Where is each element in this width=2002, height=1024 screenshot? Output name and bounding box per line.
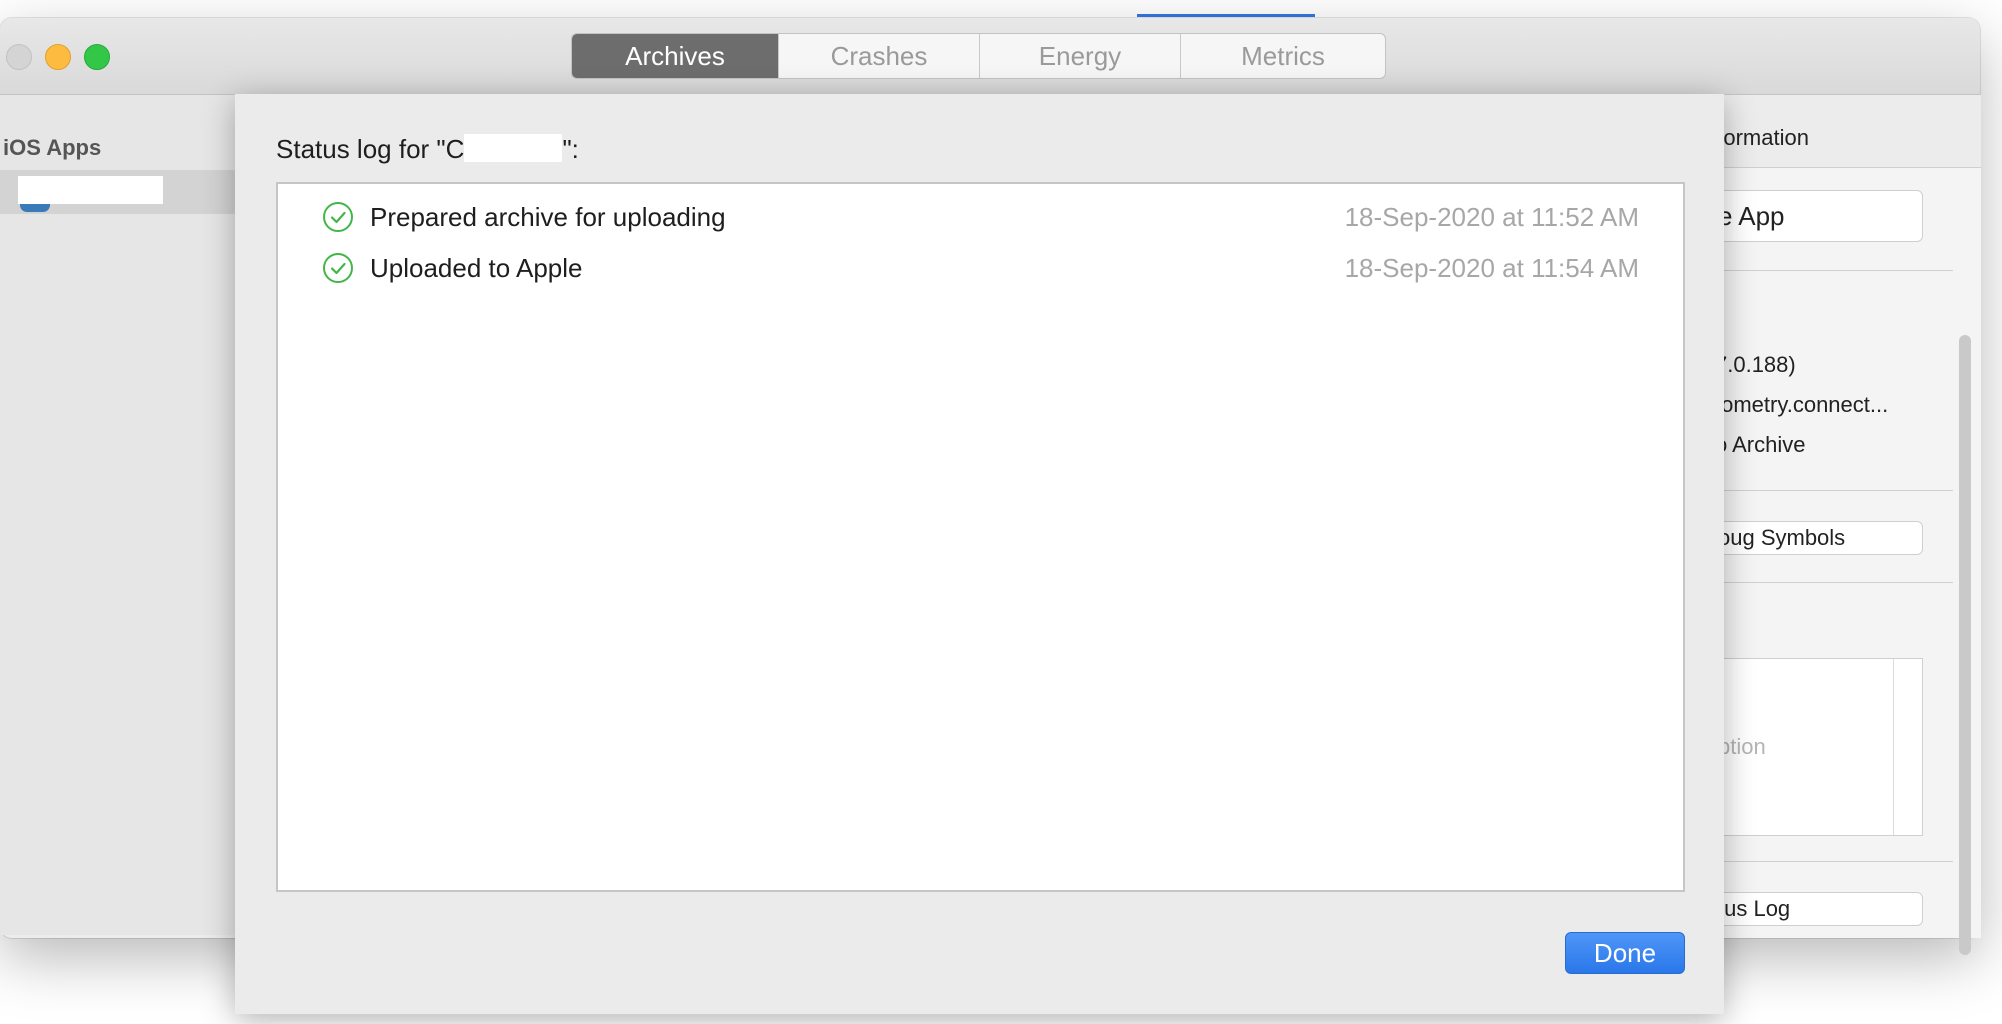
divider [1701,582,1953,583]
status-log-sheet: Status log for "C ": Prepared archive for… [235,94,1724,1014]
check-circle-icon [323,253,353,283]
entry-message: Uploaded to Apple [370,253,583,283]
divider [1701,490,1953,491]
tab-crashes[interactable]: Crashes [778,34,979,78]
segmented-tabs: Archives Crashes Energy Metrics [571,33,1386,79]
entry-message: Prepared archive for uploading [370,202,726,232]
redacted-app-name [18,176,163,204]
inspector-scrollbar[interactable] [1959,335,1971,955]
check-circle-icon [323,202,353,232]
list-item: Prepared archive for uploading 18-Sep-20… [278,193,1683,239]
inspector-panel: nformation e App 7.0.188) tometry.connec… [1661,95,1981,955]
tab-metrics[interactable]: Metrics [1180,34,1385,78]
zoom-button[interactable] [84,44,110,70]
sheet-title-prefix: Status log for "C [276,134,465,164]
inspector-header: nformation [1701,95,1981,168]
type-value: o Archive [1715,432,1806,457]
tab-archives[interactable]: Archives [572,34,778,78]
sidebar-item-app[interactable] [0,170,240,214]
tab-energy[interactable]: Energy [979,34,1180,78]
divider [1701,861,1953,862]
description-placeholder: ption [1718,734,1766,759]
title-bar: Archives Crashes Energy Metrics [0,14,1980,95]
version-value: 7.0.188) [1715,352,1796,377]
sidebar-heading: iOS Apps [3,135,102,160]
sidebar: iOS Apps [0,95,240,935]
entry-timestamp: 18-Sep-2020 at 11:52 AM [1344,202,1639,232]
divider [1701,270,1953,271]
sheet-title-suffix: ": [562,134,579,164]
redacted-app-name [464,134,563,162]
background-window-strip [1137,14,1315,17]
done-button[interactable]: Done [1565,932,1685,974]
status-log-list[interactable]: Prepared archive for uploading 18-Sep-20… [276,182,1685,892]
close-button[interactable] [6,44,32,70]
entry-timestamp: 18-Sep-2020 at 11:54 AM [1344,253,1639,283]
description-field-border [1893,659,1894,835]
list-item: Uploaded to Apple 18-Sep-2020 at 11:54 A… [278,244,1683,290]
sheet-title: Status log for "C ": [276,134,579,165]
minimize-button[interactable] [45,44,71,70]
identifier-value: tometry.connect... [1715,392,1889,417]
